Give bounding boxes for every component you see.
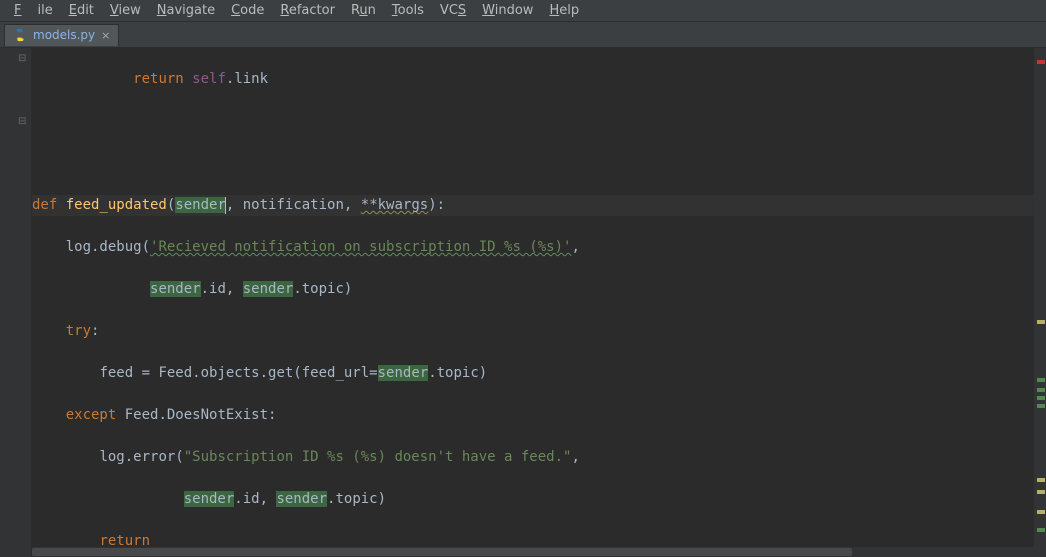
menu-vcs[interactable]: VCS — [432, 1, 474, 20]
horizontal-scrollbar[interactable] — [32, 547, 1034, 557]
code-line — [32, 153, 1034, 174]
code-line: return self.link — [32, 69, 1034, 90]
code-line: sender.id, sender.topic) — [32, 279, 1034, 300]
fold-marker-icon[interactable]: ⊟ — [18, 48, 26, 69]
menu-edit[interactable]: Edit — [61, 1, 102, 20]
code-line: feed = Feed.objects.get(feed_url=sender.… — [32, 363, 1034, 384]
menu-window[interactable]: Window — [474, 1, 541, 20]
menu-file[interactable]: File — [6, 1, 61, 20]
menu-code[interactable]: Code — [223, 1, 272, 20]
tab-filename: models.py — [33, 28, 95, 42]
python-file-icon — [13, 28, 27, 42]
tab-close-icon[interactable]: × — [101, 29, 110, 42]
code-line: except Feed.DoesNotExist: — [32, 405, 1034, 426]
gutter: ⊟ ⊟ — [0, 48, 32, 557]
code-line: try: — [32, 321, 1034, 342]
menu-run[interactable]: Run — [343, 1, 384, 20]
error-stripe-marker[interactable] — [1037, 378, 1045, 382]
code-line: log.debug('Recieved notification on subs… — [32, 237, 1034, 258]
code-line-current: def feed_updated(sender, notification, *… — [32, 195, 1034, 216]
error-stripe-marker[interactable] — [1037, 490, 1045, 494]
error-stripe-marker[interactable] — [1037, 478, 1045, 482]
menu-help[interactable]: Help — [541, 1, 587, 20]
code-line: sender.id, sender.topic) — [32, 489, 1034, 510]
menu-refactor[interactable]: Refactor — [272, 1, 343, 20]
fold-marker-icon[interactable]: ⊟ — [18, 111, 26, 132]
scrollbar-thumb[interactable] — [32, 548, 852, 556]
menu-view[interactable]: View — [102, 1, 149, 20]
error-stripe-marker[interactable] — [1037, 510, 1045, 514]
code-area[interactable]: return self.link def feed_updated(sender… — [32, 48, 1034, 557]
editor-tabs: models.py × — [0, 22, 1046, 48]
tab-models-py[interactable]: models.py × — [4, 24, 119, 46]
menu-bar: File Edit View Navigate Code Refactor Ru… — [0, 0, 1046, 22]
editor[interactable]: ⊟ ⊟ return self.link def feed_updated(se… — [0, 48, 1046, 557]
error-stripe-marker[interactable] — [1037, 388, 1045, 392]
error-stripe-marker[interactable] — [1037, 528, 1045, 532]
error-stripe-marker[interactable] — [1037, 60, 1045, 64]
error-stripe-marker[interactable] — [1037, 320, 1045, 324]
code-line — [32, 111, 1034, 132]
code-line: log.error("Subscription ID %s (%s) doesn… — [32, 447, 1034, 468]
menu-navigate[interactable]: Navigate — [149, 1, 223, 20]
menu-tools[interactable]: Tools — [384, 1, 432, 20]
error-stripe-marker[interactable] — [1037, 396, 1045, 400]
error-stripe[interactable] — [1034, 48, 1046, 557]
error-stripe-marker[interactable] — [1037, 404, 1045, 408]
